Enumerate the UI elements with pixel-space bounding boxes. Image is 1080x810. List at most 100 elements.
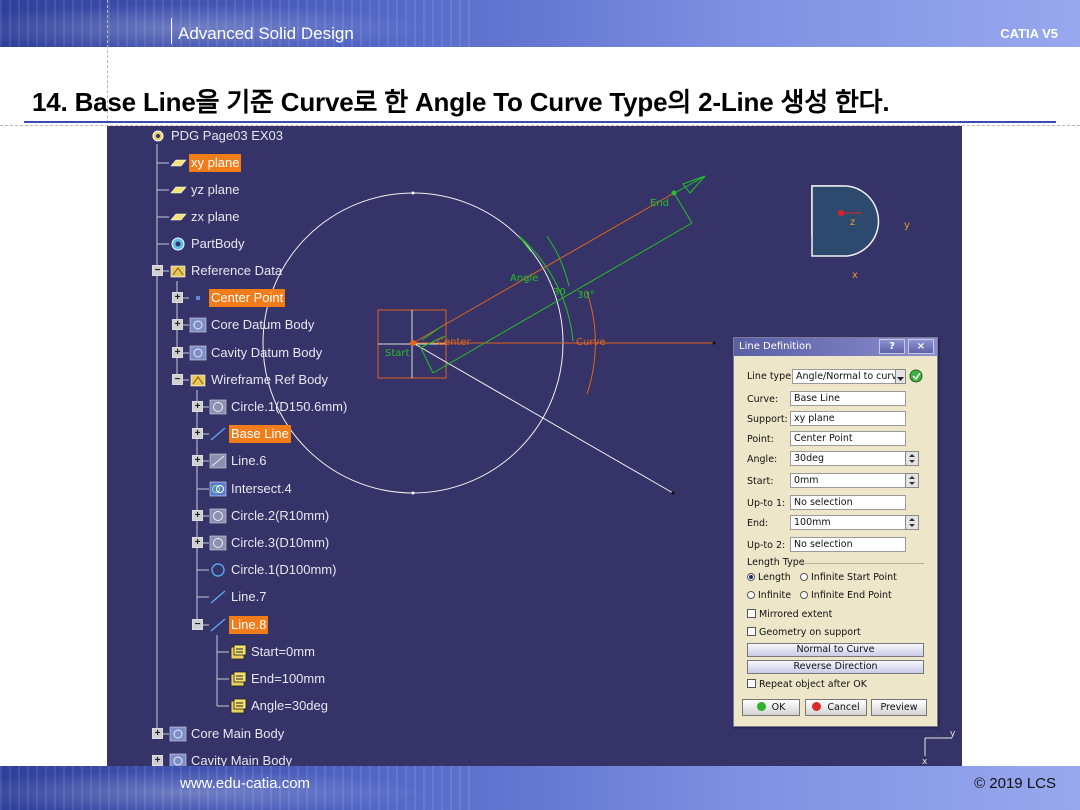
upto2-field[interactable]: No selection bbox=[790, 537, 906, 552]
tree-item[interactable]: + Core Main Body bbox=[152, 724, 286, 744]
tree-item[interactable]: Circle.1(D100mm) bbox=[209, 560, 338, 580]
tree-item-label: Wireframe Ref Body bbox=[211, 372, 329, 387]
line-icon bbox=[209, 426, 227, 442]
reverse-direction-button[interactable]: Reverse Direction bbox=[747, 660, 924, 674]
end-arrow bbox=[682, 175, 706, 194]
tree-item[interactable]: + Base Line bbox=[192, 424, 291, 444]
tree-item[interactable]: − Reference Data bbox=[152, 261, 284, 281]
tree-item[interactable]: + Line.6 bbox=[192, 451, 268, 471]
ok-button[interactable]: OK bbox=[742, 699, 800, 716]
length-radio[interactable]: Length bbox=[747, 572, 791, 583]
gear-icon bbox=[149, 128, 167, 144]
tree-root[interactable]: PDG Page03 EX03 bbox=[149, 126, 285, 146]
chevron-down-icon[interactable] bbox=[895, 369, 906, 384]
line-type-select[interactable]: Angle/Normal to curve bbox=[792, 369, 896, 384]
parameter-icon bbox=[229, 698, 247, 714]
tree-item[interactable]: + Core Datum Body bbox=[172, 315, 316, 335]
tree-item[interactable]: + Center Point bbox=[172, 288, 286, 308]
tree-item-label: End=100mm bbox=[251, 671, 326, 686]
tree-item[interactable]: yz plane bbox=[169, 180, 241, 200]
tree-item[interactable]: + Cavity Main Body bbox=[152, 751, 294, 766]
center-point[interactable] bbox=[410, 340, 416, 346]
tree-item-label: Circle.1(D100mm) bbox=[231, 562, 337, 577]
tree-item-label: Line.7 bbox=[231, 589, 267, 604]
line-type-lock-icon[interactable] bbox=[908, 368, 925, 385]
tree-item[interactable]: + Circle.1(D150.6mm) bbox=[192, 397, 349, 417]
line-type-label: Line type : bbox=[747, 371, 798, 382]
footer-site[interactable]: www.edu-catia.com bbox=[180, 775, 310, 792]
course-title: Advanced Solid Design bbox=[178, 24, 354, 43]
tree-item[interactable]: + Cavity Datum Body bbox=[172, 343, 324, 363]
end-stepper[interactable] bbox=[905, 515, 919, 530]
tree-item-label: Core Main Body bbox=[191, 726, 285, 741]
expand-toggle-icon[interactable]: + bbox=[192, 401, 203, 412]
tree-item[interactable]: Start=0mm bbox=[229, 642, 317, 662]
footer-copyright: © 2019 LCS bbox=[974, 775, 1056, 792]
infinite-radio[interactable]: Infinite bbox=[747, 590, 791, 601]
expand-toggle-icon[interactable]: + bbox=[192, 428, 203, 439]
cancel-button[interactable]: Cancel bbox=[805, 699, 867, 716]
close-button[interactable]: × bbox=[908, 339, 934, 354]
tree-item-label: yz plane bbox=[191, 182, 240, 197]
body-icon bbox=[169, 726, 187, 742]
expand-toggle-icon[interactable]: + bbox=[192, 537, 203, 548]
infinite-end-radio[interactable]: Infinite End Point bbox=[800, 590, 892, 601]
checkbox-icon bbox=[747, 627, 756, 636]
curve-field[interactable]: Base Line bbox=[790, 391, 906, 406]
tree-item[interactable]: zx plane bbox=[169, 207, 241, 227]
expand-toggle-icon[interactable]: + bbox=[192, 510, 203, 521]
tree-item[interactable]: Angle=30deg bbox=[229, 696, 330, 716]
expand-toggle-icon[interactable]: + bbox=[152, 728, 163, 739]
line-icon bbox=[209, 617, 227, 633]
infinite-start-option-label: Infinite Start Point bbox=[811, 572, 897, 583]
diagonal-line[interactable] bbox=[412, 342, 674, 494]
tree-item[interactable]: End=100mm bbox=[229, 669, 327, 689]
expand-toggle-icon[interactable]: + bbox=[172, 319, 183, 330]
expand-toggle-icon[interactable]: + bbox=[192, 455, 203, 466]
geometry-on-support-checkbox[interactable]: Geometry on support bbox=[747, 627, 861, 638]
end-point[interactable] bbox=[671, 190, 677, 196]
label-center: Center bbox=[437, 337, 472, 348]
preview-button[interactable]: Preview bbox=[871, 699, 927, 716]
tree-item[interactable]: + Circle.3(D10mm) bbox=[192, 533, 331, 553]
tree-item[interactable]: − Line.8 bbox=[192, 615, 269, 635]
angle-stepper[interactable] bbox=[905, 451, 919, 466]
tree-item[interactable]: − Wireframe Ref Body bbox=[172, 370, 330, 390]
result-line[interactable] bbox=[412, 192, 675, 344]
upto1-field[interactable]: No selection bbox=[790, 495, 906, 510]
normal-to-curve-button[interactable]: Normal to Curve bbox=[747, 643, 924, 657]
start-field[interactable]: 0mm bbox=[790, 473, 906, 488]
help-button[interactable]: ? bbox=[879, 339, 905, 354]
tree-item[interactable]: PartBody bbox=[169, 234, 246, 254]
expand-toggle-icon[interactable]: + bbox=[172, 292, 183, 303]
expand-toggle-icon[interactable]: − bbox=[152, 265, 163, 276]
length-option-label: Length bbox=[758, 572, 791, 583]
expand-toggle-icon[interactable]: + bbox=[172, 347, 183, 358]
compass[interactable]: z y x bbox=[811, 185, 910, 281]
circle-feature-icon bbox=[209, 399, 227, 415]
tree-item[interactable]: + Circle.2(R10mm) bbox=[192, 506, 331, 526]
curve-end-point bbox=[712, 341, 716, 345]
start-stepper[interactable] bbox=[905, 473, 919, 488]
cancel-icon bbox=[812, 702, 822, 711]
point-field[interactable]: Center Point bbox=[790, 431, 906, 446]
tree-item[interactable]: Line.7 bbox=[209, 587, 268, 607]
repeat-object-checkbox[interactable]: Repeat object after OK bbox=[747, 679, 867, 690]
expand-toggle-icon[interactable]: − bbox=[192, 619, 203, 630]
dialog-titlebar[interactable]: Line Definition ? × bbox=[734, 338, 937, 356]
support-field[interactable]: xy plane bbox=[790, 411, 906, 426]
support-label: Support: bbox=[747, 414, 788, 425]
tree-item[interactable]: Intersect.4 bbox=[209, 479, 294, 499]
angle-field[interactable]: 30deg bbox=[790, 451, 906, 466]
label-30deg: 30° bbox=[577, 290, 595, 301]
line-definition-dialog[interactable]: Line Definition ? × Line type : Angle/No… bbox=[733, 337, 938, 727]
expand-toggle-icon[interactable]: + bbox=[152, 755, 163, 766]
mirrored-extent-checkbox[interactable]: Mirrored extent bbox=[747, 609, 832, 620]
infinite-start-radio[interactable]: Infinite Start Point bbox=[800, 572, 897, 583]
end-label: End: bbox=[747, 518, 769, 529]
angle-label: Angle: bbox=[747, 454, 778, 465]
end-field[interactable]: 100mm bbox=[790, 515, 906, 530]
tree-item[interactable]: xy plane bbox=[169, 153, 242, 173]
point-icon bbox=[189, 290, 207, 306]
expand-toggle-icon[interactable]: − bbox=[172, 374, 183, 385]
